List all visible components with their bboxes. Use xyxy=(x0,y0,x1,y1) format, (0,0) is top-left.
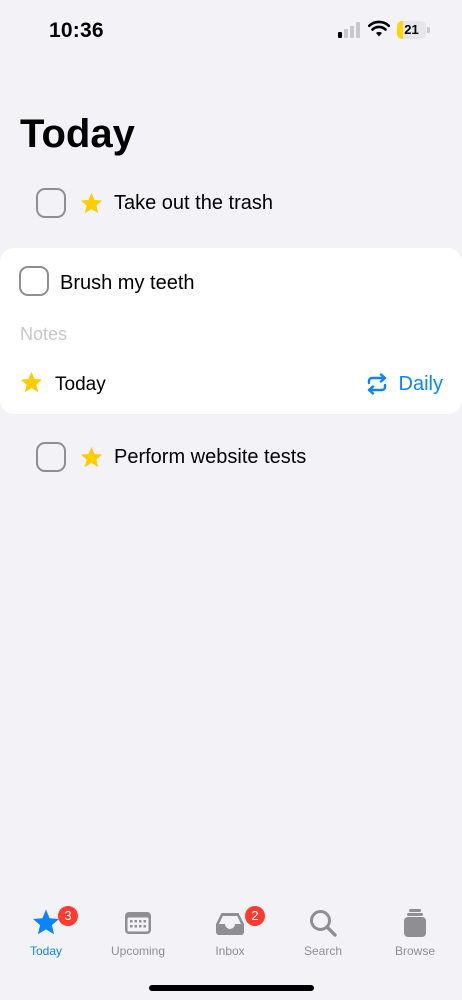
calendar-icon xyxy=(125,912,151,934)
page-title: Today xyxy=(20,112,135,156)
tab-label: Browse xyxy=(394,944,435,958)
star-icon xyxy=(33,909,59,935)
when-date-label[interactable]: Today xyxy=(55,374,106,396)
badge-count: 3 xyxy=(58,906,78,926)
task-row[interactable]: Take out the trash xyxy=(36,186,436,226)
star-icon[interactable] xyxy=(19,370,44,395)
battery-icon: 21 xyxy=(397,21,431,39)
stack-icon xyxy=(404,909,426,937)
task-title: Perform website tests xyxy=(114,446,307,468)
tab-today[interactable]: 3 Today xyxy=(0,906,92,966)
task-checkbox[interactable] xyxy=(36,188,66,218)
tab-search[interactable]: Search xyxy=(277,906,369,966)
badge-count: 2 xyxy=(245,906,265,926)
repeat-button[interactable]: Daily xyxy=(365,372,443,396)
status-time: 10:36 xyxy=(49,19,104,42)
home-indicator[interactable] xyxy=(149,985,314,991)
repeat-icon xyxy=(367,373,386,395)
tab-label: Upcoming xyxy=(110,944,166,958)
wifi-icon xyxy=(368,20,390,37)
tab-inbox[interactable]: 2 Inbox xyxy=(184,906,276,966)
battery-percent: 21 xyxy=(404,22,419,37)
task-title: Take out the trash xyxy=(114,192,273,214)
tab-label: Inbox xyxy=(215,944,245,958)
tab-label: Search xyxy=(303,944,343,958)
tab-upcoming[interactable]: Upcoming xyxy=(92,906,184,966)
task-checkbox[interactable] xyxy=(36,442,66,472)
tab-browse[interactable]: Browse xyxy=(369,906,461,966)
status-bar: 10:36 21 xyxy=(0,0,462,60)
star-icon xyxy=(80,192,103,214)
tab-bar: 3 Today Upcoming 2 Inbox Search Browse xyxy=(0,890,462,1000)
task-title[interactable]: Brush my teeth xyxy=(60,272,195,295)
repeat-label: Daily xyxy=(398,372,443,395)
inbox-tray-icon xyxy=(216,913,244,935)
task-checkbox[interactable] xyxy=(19,266,49,296)
notes-field[interactable]: Notes xyxy=(20,324,67,345)
star-icon xyxy=(80,446,103,468)
cellular-signal-icon xyxy=(338,22,362,38)
tab-label: Today xyxy=(29,944,63,958)
app-screen: 10:36 21 Today Take out the trash Brush … xyxy=(0,0,462,1000)
expanded-task-card[interactable]: Brush my teeth Notes Today Daily xyxy=(0,248,462,414)
task-row[interactable]: Perform website tests xyxy=(36,440,436,480)
magnifier-icon xyxy=(310,910,337,937)
